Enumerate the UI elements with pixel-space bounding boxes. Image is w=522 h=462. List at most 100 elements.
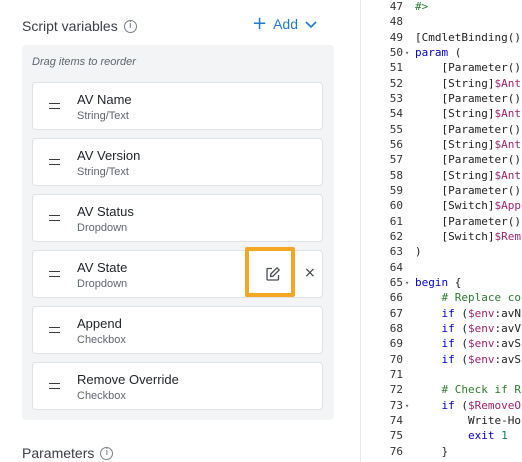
code-line[interactable]: 53 [Parameter() xyxy=(361,91,522,107)
drag-handle-icon[interactable] xyxy=(49,327,60,333)
code-token: [String] xyxy=(415,76,495,90)
variable-name: Append xyxy=(77,316,122,331)
info-icon[interactable]: i xyxy=(123,19,137,33)
drag-handle-icon[interactable] xyxy=(49,383,60,389)
code-text: # Check if R xyxy=(415,382,521,398)
code-token: [Parameter() xyxy=(415,153,521,167)
variable-card[interactable]: AV Name String/Text xyxy=(32,82,323,130)
variable-type: Checkbox xyxy=(77,390,126,402)
code-line[interactable]: 49 [CmdletBinding() xyxy=(361,30,522,46)
code-line[interactable]: 61 [Parameter() xyxy=(361,214,522,230)
line-number: 74 xyxy=(389,413,403,427)
code-token: [Parameter() xyxy=(415,61,521,75)
code-line[interactable]: 73 ▾ if ($RemoveO xyxy=(361,398,522,414)
fold-toggle-icon[interactable]: ▾ xyxy=(405,398,409,414)
code-line[interactable]: 65 ▾ begin { xyxy=(361,275,522,291)
line-number: 56 xyxy=(389,137,403,151)
code-line[interactable]: 67 if ($env:avN xyxy=(361,306,522,322)
variable-name: AV Version xyxy=(77,148,141,163)
code-text: begin { xyxy=(415,275,461,291)
code-line[interactable]: 68 if ($env:avV xyxy=(361,321,522,337)
fold-toggle-icon[interactable]: ▾ xyxy=(405,45,409,61)
code-line[interactable]: 71 xyxy=(361,367,522,383)
code-line[interactable]: 70 if ($env:avS xyxy=(361,352,522,368)
code-line[interactable]: 72 # Check if R xyxy=(361,382,522,398)
code-line[interactable]: 59 [Parameter() xyxy=(361,183,522,199)
code-token: [Parameter() xyxy=(415,214,521,228)
code-line[interactable]: 74 Write-Ho xyxy=(361,413,522,429)
code-line[interactable]: 47 #> xyxy=(361,0,522,15)
line-number: 52 xyxy=(389,76,403,90)
code-token: if xyxy=(441,306,455,320)
code-line[interactable]: 52 [String]$Ant xyxy=(361,76,522,92)
code-line[interactable]: 64 xyxy=(361,260,522,276)
variable-card[interactable]: AV Version String/Text xyxy=(32,138,323,186)
variable-name: AV Name xyxy=(77,92,132,107)
code-token: [Parameter() xyxy=(415,91,521,105)
plus-icon: + xyxy=(252,13,268,34)
drag-handle-icon[interactable] xyxy=(49,159,60,165)
line-number: 51 xyxy=(389,61,403,75)
line-number: 62 xyxy=(389,229,403,243)
variable-card[interactable]: AV Status Dropdown xyxy=(32,194,323,242)
code-line[interactable]: 50 ▾ param ( xyxy=(361,45,522,61)
close-icon[interactable]: × xyxy=(304,265,316,281)
code-line[interactable]: 56 [String]$Ant xyxy=(361,137,522,153)
code-token: Write-Ho xyxy=(415,413,521,427)
code-line[interactable]: 62 [Switch]$Rem xyxy=(361,229,522,245)
code-line[interactable]: 48 xyxy=(361,14,522,30)
code-token: param xyxy=(415,45,449,59)
code-token: # Check if R xyxy=(415,383,521,397)
fold-toggle-icon[interactable]: ▾ xyxy=(405,275,409,291)
line-number: 64 xyxy=(389,260,403,274)
drag-handle-icon[interactable] xyxy=(49,215,60,221)
code-line[interactable]: 75 exit 1 xyxy=(361,428,522,444)
code-line[interactable]: 58 [String]$Ant xyxy=(361,168,522,184)
code-token: $Ant xyxy=(494,137,521,151)
code-token: ( xyxy=(454,306,468,320)
code-line[interactable]: 66 # Replace co xyxy=(361,290,522,306)
variable-card[interactable]: Append Checkbox xyxy=(32,306,323,354)
code-line[interactable]: 57 [Parameter() xyxy=(361,152,522,168)
code-token: } xyxy=(415,444,449,458)
drag-handle-icon[interactable] xyxy=(49,271,60,277)
line-number: 47 xyxy=(389,0,403,13)
line-number: 50 xyxy=(389,45,403,59)
code-line[interactable]: 60 [Switch]$App xyxy=(361,198,522,214)
code-text: if ($env:avS xyxy=(415,336,522,352)
info-icon[interactable]: i xyxy=(100,446,114,460)
code-line[interactable]: 51 [Parameter() xyxy=(361,60,522,76)
code-line[interactable]: 54 [String]$Ant xyxy=(361,106,522,122)
code-token: :avS xyxy=(494,337,522,351)
script-variables-title: Script variables xyxy=(22,18,118,34)
code-editor[interactable]: 47 #> 48 49 [CmdletBinding() 50 ▾ param (51 [Pa… xyxy=(360,0,522,462)
line-number: 54 xyxy=(389,107,403,121)
code-line[interactable]: 76 } xyxy=(361,444,522,460)
variable-name: Remove Override xyxy=(77,372,179,387)
code-text: [Parameter() xyxy=(415,183,520,199)
code-line[interactable]: 63) xyxy=(361,244,522,260)
code-line[interactable]: 55 [Parameter() xyxy=(361,122,522,138)
add-variable-button[interactable]: + Add xyxy=(252,13,318,34)
code-token: ) xyxy=(415,245,422,259)
drag-hint: Drag items to reorder xyxy=(32,56,136,68)
script-variables-panel: Script variables i + Add Drag items to r… xyxy=(0,0,360,462)
variable-type: Checkbox xyxy=(77,334,126,346)
code-text: ) xyxy=(415,244,422,260)
variable-type: Dropdown xyxy=(77,278,128,290)
code-token: ( xyxy=(454,337,468,351)
drag-handle-icon[interactable] xyxy=(49,103,60,109)
code-token: [String] xyxy=(415,107,495,121)
line-number: 57 xyxy=(389,153,403,167)
variable-type: String/Text xyxy=(77,166,129,178)
code-line[interactable]: 69 if ($env:avS xyxy=(361,336,522,352)
code-token: ( xyxy=(448,45,462,59)
line-number: 53 xyxy=(389,91,403,105)
code-token: if xyxy=(441,398,455,412)
code-token: $Ant xyxy=(494,168,521,182)
parameters-header: Parameters i xyxy=(22,445,114,461)
code-text: [Parameter() xyxy=(415,152,521,168)
variable-card[interactable]: Remove Override Checkbox xyxy=(32,362,323,410)
line-number: 73 xyxy=(389,398,403,412)
